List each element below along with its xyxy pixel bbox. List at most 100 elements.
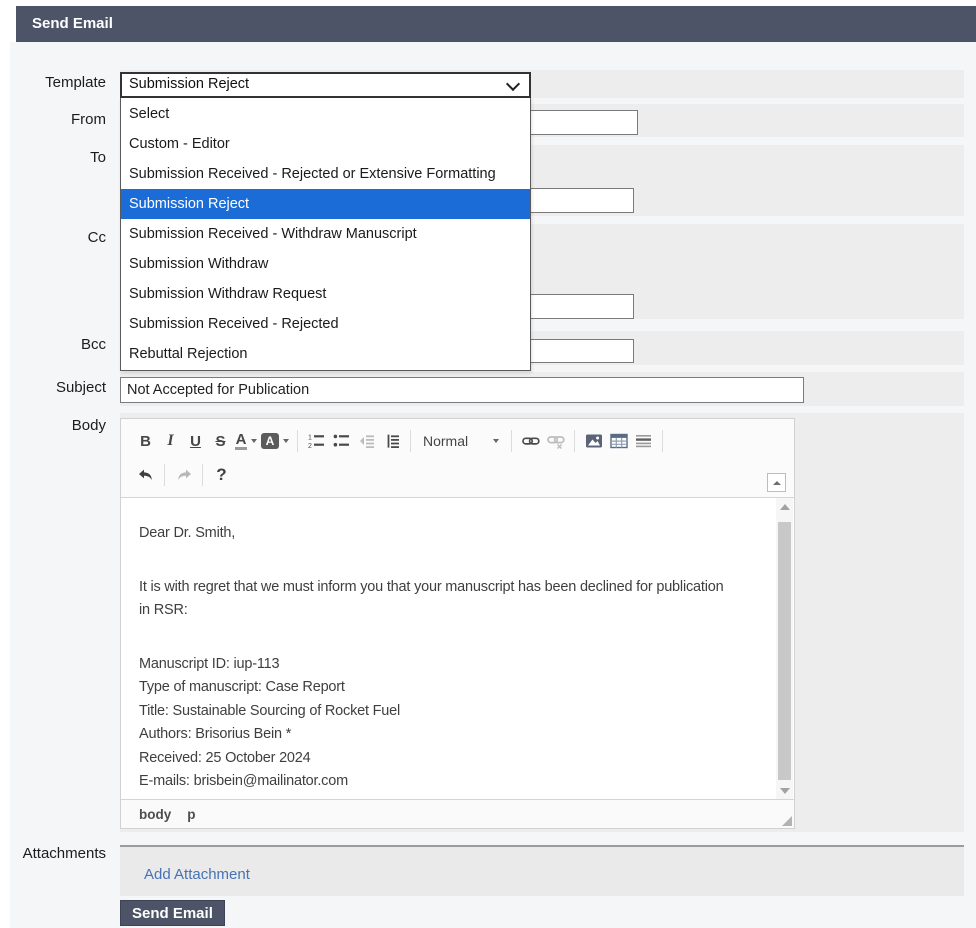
toolbar-separator xyxy=(164,464,165,486)
subject-label: Subject xyxy=(0,379,106,396)
table-icon xyxy=(610,433,628,449)
body-text-line xyxy=(139,546,772,576)
underline-button[interactable]: U xyxy=(183,428,208,454)
paragraph-format-value: Normal xyxy=(423,433,468,449)
template-dropdown: Select Custom - Editor Submission Receiv… xyxy=(120,97,531,371)
increase-indent-button[interactable] xyxy=(379,428,404,454)
redo-icon xyxy=(175,467,193,483)
cc-label: Cc xyxy=(0,229,106,246)
to-label: To xyxy=(0,149,106,166)
scroll-up-button[interactable] xyxy=(776,498,793,515)
toolbar-separator xyxy=(202,464,203,486)
toolbar-separator xyxy=(410,430,411,452)
numbered-list-button[interactable]: 1 2 xyxy=(304,428,329,454)
horizontal-rule-icon xyxy=(635,433,652,449)
decrease-indent-icon xyxy=(358,433,375,449)
toolbar-row-1: B I U S A A 1 2 xyxy=(133,424,786,458)
toolbar-separator xyxy=(574,430,575,452)
send-email-button[interactable]: Send Email xyxy=(120,900,225,926)
redo-button[interactable] xyxy=(171,462,196,488)
caret-down-icon xyxy=(493,439,499,443)
increase-indent-icon xyxy=(383,433,400,449)
unlink-button[interactable] xyxy=(543,428,568,454)
text-color-button[interactable]: A xyxy=(233,428,259,454)
body-text-line: Type of manuscript: Case Report xyxy=(139,676,772,700)
unlink-icon xyxy=(547,433,565,449)
italic-button[interactable]: I xyxy=(158,428,183,454)
dropdown-option[interactable]: Submission Withdraw xyxy=(121,249,530,279)
triangle-up-icon xyxy=(780,504,790,510)
decrease-indent-button[interactable] xyxy=(354,428,379,454)
body-text-line: Title: Sustainable Sourcing of Rocket Fu… xyxy=(139,700,772,724)
chevron-down-icon xyxy=(506,77,520,91)
editor-scrollbar[interactable] xyxy=(776,498,793,799)
toolbar-separator xyxy=(662,430,663,452)
body-text-line: E-mails: brisbein@mailinator.com xyxy=(139,770,772,794)
toolbar-separator xyxy=(511,430,512,452)
dropdown-option[interactable]: Submission Withdraw Request xyxy=(121,279,530,309)
dropdown-option[interactable]: Select xyxy=(121,99,530,129)
template-select[interactable]: Submission Reject xyxy=(120,72,531,98)
template-label: Template xyxy=(0,74,106,91)
bold-button[interactable]: B xyxy=(133,428,158,454)
caret-down-icon xyxy=(283,439,289,443)
background-color-icon: A xyxy=(261,433,279,449)
bulleted-list-button[interactable] xyxy=(329,428,354,454)
rich-text-editor: B I U S A A 1 2 xyxy=(120,418,795,829)
send-email-button-label: Send Email xyxy=(132,905,213,922)
subject-input[interactable] xyxy=(120,377,804,403)
resize-grip-icon[interactable] xyxy=(782,816,792,826)
svg-text:1: 1 xyxy=(308,435,312,442)
text-color-icon: A xyxy=(235,433,247,450)
strikethrough-button[interactable]: S xyxy=(208,428,233,454)
body-text-line: Authors: Brisorius Bein * xyxy=(139,723,772,747)
dropdown-option[interactable]: Submission Received - Withdraw Manuscrip… xyxy=(121,219,530,249)
triangle-down-icon xyxy=(780,788,790,794)
image-button[interactable] xyxy=(581,428,606,454)
add-attachment-link[interactable]: Add Attachment xyxy=(144,866,250,883)
template-select-value: Submission Reject xyxy=(129,76,249,92)
attachments-label: Attachments xyxy=(0,845,106,862)
about-button[interactable]: ? xyxy=(209,462,234,488)
paragraph-format-dropdown[interactable]: Normal xyxy=(417,428,505,454)
page-title: Send Email xyxy=(32,15,113,32)
triangle-up-icon xyxy=(773,481,781,485)
link-button[interactable] xyxy=(518,428,543,454)
dropdown-option[interactable]: Custom - Editor xyxy=(121,129,530,159)
scroll-down-button[interactable] xyxy=(776,782,793,799)
numbered-list-icon: 1 2 xyxy=(308,433,325,449)
svg-text:2: 2 xyxy=(308,443,312,449)
editor-path-bar: body p xyxy=(121,799,794,828)
dropdown-option-selected[interactable]: Submission Reject xyxy=(121,189,530,219)
editor-toolbar: B I U S A A 1 2 xyxy=(121,419,794,498)
dialog-titlebar: Send Email xyxy=(16,6,976,42)
bcc-label: Bcc xyxy=(0,336,106,353)
dropdown-option[interactable]: Submission Received - Rejected xyxy=(121,309,530,339)
undo-icon xyxy=(137,467,155,483)
collapse-toolbar-button[interactable] xyxy=(767,473,786,492)
path-element-p[interactable]: p xyxy=(187,807,195,822)
table-button[interactable] xyxy=(606,428,631,454)
body-label: Body xyxy=(0,417,106,434)
toolbar-row-2: ? xyxy=(133,458,786,492)
bulleted-list-icon xyxy=(333,433,350,449)
path-element-body[interactable]: body xyxy=(139,807,171,822)
scrollbar-thumb[interactable] xyxy=(778,522,791,780)
body-text-line: It is with regret that we must inform yo… xyxy=(139,576,772,600)
caret-down-icon xyxy=(251,439,257,443)
body-text-line: Dear Dr. Smith, xyxy=(139,522,772,546)
body-text-line xyxy=(139,623,772,653)
body-text-line: Manuscript ID: iup-113 xyxy=(139,653,772,677)
dropdown-option[interactable]: Submission Received - Rejected or Extens… xyxy=(121,159,530,189)
link-icon xyxy=(522,433,540,449)
image-icon xyxy=(585,433,603,449)
attachments-area: Add Attachment xyxy=(120,845,964,896)
horizontal-rule-button[interactable] xyxy=(631,428,656,454)
body-text-line: in RSR: xyxy=(139,599,772,623)
undo-button[interactable] xyxy=(133,462,158,488)
background-color-button[interactable]: A xyxy=(259,428,291,454)
body-text-line: Received: 25 October 2024 xyxy=(139,747,772,771)
dropdown-option[interactable]: Rebuttal Rejection xyxy=(121,339,530,369)
toolbar-separator xyxy=(297,430,298,452)
editor-content[interactable]: Dear Dr. Smith, It is with regret that w… xyxy=(122,498,776,799)
